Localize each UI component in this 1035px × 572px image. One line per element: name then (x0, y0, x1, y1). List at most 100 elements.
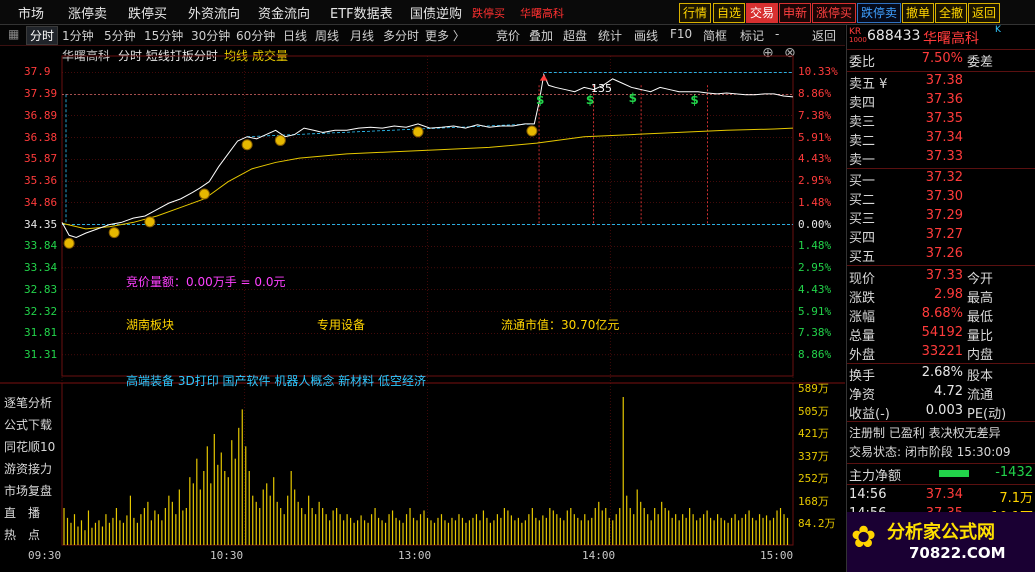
back-button[interactable]: 返回 (968, 3, 1001, 23)
industry-text: 专用设备 (317, 318, 366, 332)
bid-row[interactable]: 买四 37.27 (847, 227, 1035, 246)
limitdown-sell-button[interactable]: 跌停卖 (857, 3, 902, 23)
pct-tick: 4.43% (798, 282, 832, 296)
trade-row: 14:56 37.34 7.1万 (849, 487, 1033, 506)
price-tick: 33.34 (24, 260, 58, 274)
money-bag-icon (241, 139, 253, 151)
stat-row: 现价 37.33 今开 (849, 268, 994, 287)
sell-signal-icon: $ (536, 93, 544, 107)
pct-tick: 7.38% (798, 108, 832, 122)
price-tick: 35.36 (24, 174, 58, 188)
ask-row[interactable]: 卖五 ¥ 37.38 (847, 73, 1035, 92)
main-flow-bar (939, 470, 969, 477)
pct-tick: 5.91% (798, 304, 832, 318)
bid-row[interactable]: 买三 37.29 (847, 208, 1035, 227)
price-tick: 31.31 (24, 347, 58, 361)
time-tick: 15:00 (760, 549, 794, 562)
pct-tick: 5.91% (798, 130, 832, 144)
pct-tick: 2.95% (798, 174, 832, 188)
side-hot[interactable]: 热 点 (4, 526, 40, 543)
stat-row: 涨跌 2.98 最高 (849, 287, 994, 306)
price-tick: 33.84 (24, 239, 58, 253)
money-bag-icon (144, 216, 156, 228)
watermark-badge: ✿ 分析家公式网 70822.COM (847, 512, 1035, 572)
side-hot-money[interactable]: 游资接力 (4, 460, 52, 477)
stat-value: 33221 (921, 344, 963, 359)
pct-tick: 10.33% (798, 65, 838, 79)
concepts-text: 高端装备 3D打印 国产软件 机器人概念 新材料 低空经济 (126, 374, 426, 388)
stat-value: 2.98 (934, 287, 963, 302)
price-tick: 37.9 (24, 65, 51, 79)
bid-row[interactable]: 买二 37.30 (847, 189, 1035, 208)
market-cap-text: 流通市值：30.70亿元 (501, 318, 620, 332)
code-sub: 1000 (849, 36, 867, 44)
cancel-all-button[interactable]: 全撤 (935, 3, 968, 23)
up-arrow-icon (539, 74, 548, 81)
bid-price: 37.30 (925, 189, 963, 204)
side-ths10[interactable]: 同花顺10 (4, 438, 55, 455)
price-tick: 34.35 (24, 217, 58, 231)
money-bag-icon (526, 125, 538, 137)
watermark-text: 分析家公式网 (887, 522, 995, 543)
side-market-review[interactable]: 市场复盘 (4, 482, 52, 499)
volume-tick: 505万 (798, 404, 829, 418)
ask-price: 37.38 (925, 73, 963, 88)
sector-text: 湖南板块 (126, 318, 175, 332)
sell-signal-icon: $ (690, 93, 698, 107)
stat-value: 8.68% (921, 306, 963, 321)
bid-row[interactable]: 买一 37.32 (847, 170, 1035, 189)
price-tick: 32.83 (24, 282, 58, 296)
bid-price: 37.26 (925, 246, 963, 261)
time-tick: 09:30 (28, 549, 62, 562)
panel-header: KR 1000 688433 华曙高科 K (847, 25, 1035, 47)
trend-line (247, 123, 535, 138)
info-row-2: 交易状态: 闭市阶段 15:30:09 (849, 445, 1011, 459)
pct-tick: 8.86% (798, 347, 832, 361)
stat-value: 37.33 (925, 268, 963, 283)
volume-tick: 589万 (798, 382, 829, 395)
auction-volume-text: 竞价量额：0.00万手 = 0.0元 (126, 275, 286, 289)
bid-price: 37.27 (925, 227, 963, 242)
stat2-value: 2.68% (921, 365, 963, 380)
ask-row[interactable]: 卖一 37.33 (847, 149, 1035, 168)
pct-tick: 8.86% (798, 87, 832, 101)
main-flow-value: -1432 (995, 465, 1033, 480)
side-tick-analysis[interactable]: 逐笔分析 (4, 394, 52, 411)
main-flow-row: 主力净额 -1432 (849, 465, 1033, 484)
time-tick: 14:00 (582, 549, 616, 562)
money-bag-icon (108, 227, 120, 239)
pct-tick: 1.48% (798, 239, 832, 253)
volume-tick: 421万 (798, 427, 829, 441)
side-formula-download[interactable]: 公式下载 (4, 416, 52, 433)
price-tick: 36.89 (24, 108, 58, 122)
stock-name-suffix: K (995, 25, 1001, 35)
ask-row[interactable]: 卖四 37.36 (847, 92, 1035, 111)
webi-value: 7.50% (921, 51, 963, 66)
stat2-row: 净资 4.72 流通 (849, 384, 994, 403)
ask-row[interactable]: 卖三 37.35 (847, 111, 1035, 130)
ask-price: 37.34 (925, 130, 963, 145)
chart-mark-label: 135 (591, 82, 612, 95)
stat-value: 54192 (921, 325, 963, 340)
time-tick: 13:00 (398, 549, 432, 562)
money-bag-icon (198, 188, 210, 200)
pct-tick: 4.43% (798, 152, 832, 166)
price-tick: 32.32 (24, 304, 58, 318)
cancel-order-button[interactable]: 撤单 (902, 3, 935, 23)
sell-signal-icon: $ (586, 93, 594, 107)
price-tick: 34.86 (24, 195, 58, 209)
info-row-1: 注册制 已盈利 表决权无差异 (849, 426, 1001, 440)
watermark-url: 70822.COM (909, 544, 1006, 562)
ask-price: 37.33 (925, 149, 963, 164)
time-tick: 10:30 (210, 549, 244, 562)
ask-row[interactable]: 卖二 37.34 (847, 130, 1035, 149)
bid-row[interactable]: 买五 37.26 (847, 246, 1035, 265)
side-live[interactable]: 直 播 (4, 504, 40, 521)
stat2-value: 0.003 (925, 403, 963, 418)
money-bag-icon (63, 237, 75, 249)
stat-row: 总量 54192 量比 (849, 325, 994, 344)
stat-row: 涨幅 8.68% 最低 (849, 306, 994, 325)
stat2-row: 换手 2.68% 股本 (849, 365, 994, 384)
bid-price: 37.32 (925, 170, 963, 185)
pct-tick: 2.95% (798, 260, 832, 274)
